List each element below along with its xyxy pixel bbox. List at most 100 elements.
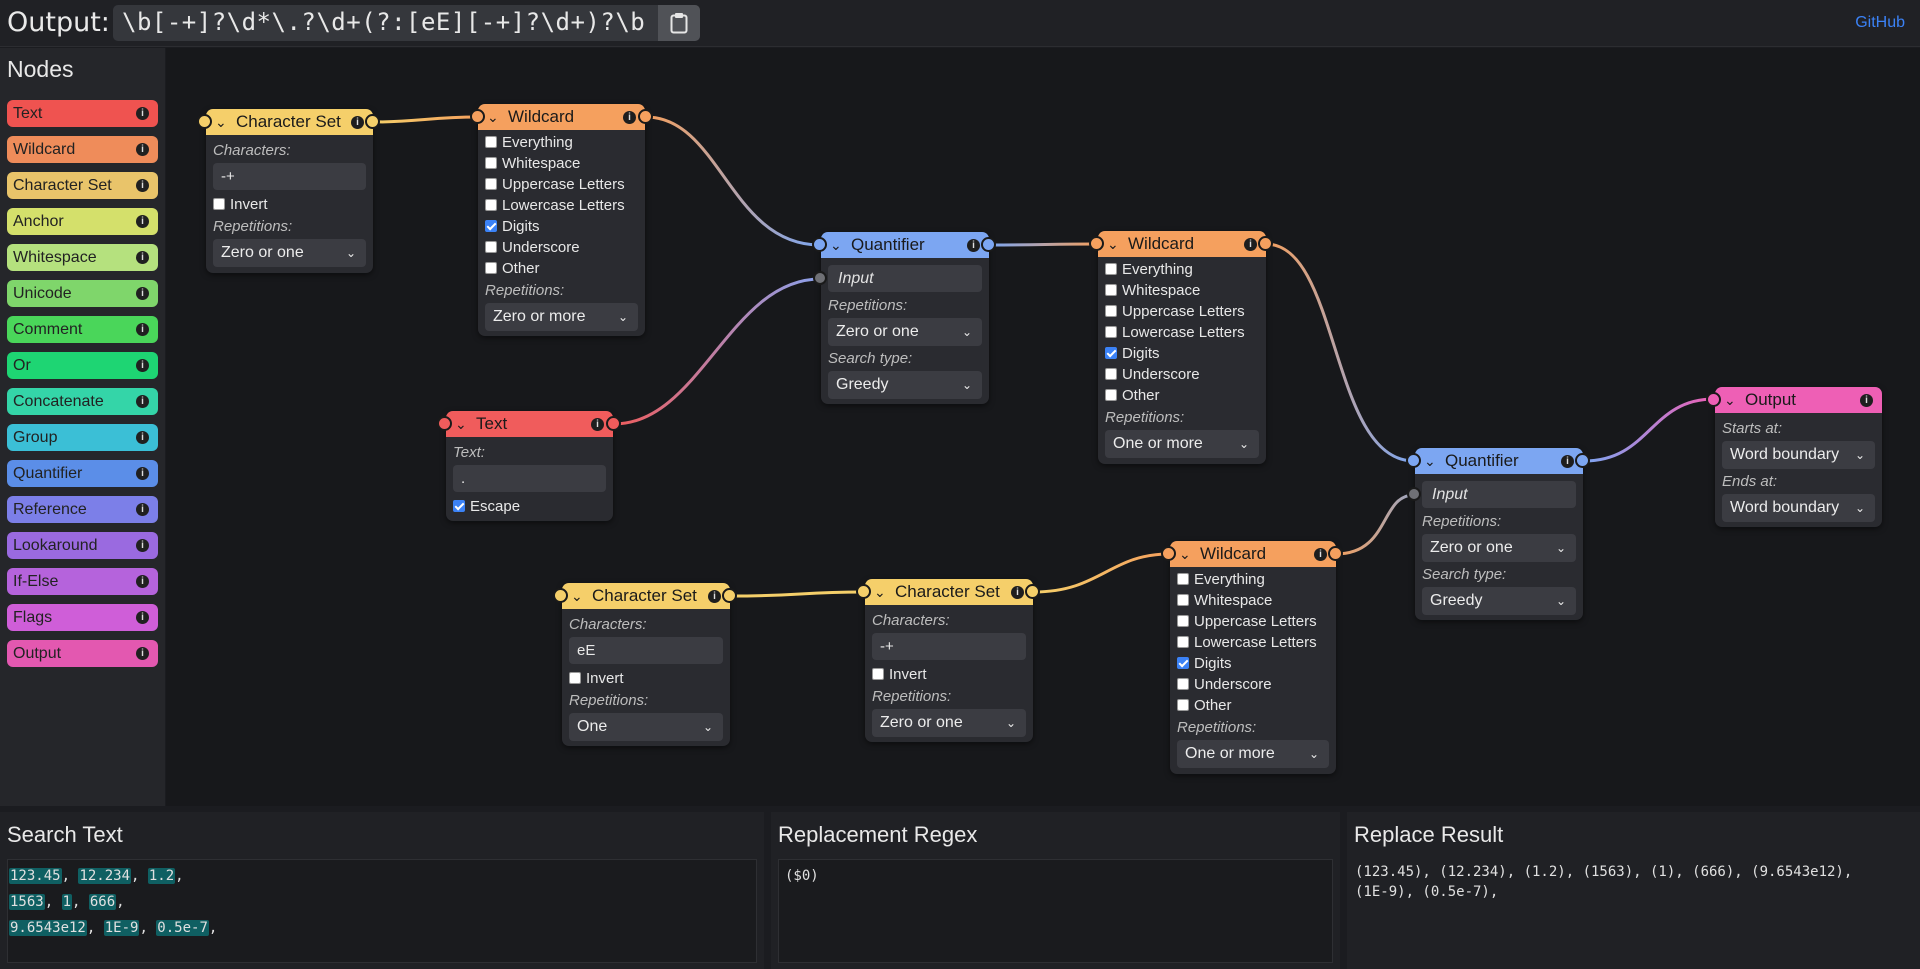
input-port[interactable] [197, 114, 212, 129]
input-port[interactable] [553, 588, 568, 603]
invert-checkbox[interactable]: Invert [569, 668, 723, 689]
whitespace-checkbox[interactable]: Whitespace [485, 153, 638, 174]
characters-input[interactable]: -+ [872, 633, 1026, 660]
repetitions-select[interactable]: Zero or one ⌄ [872, 709, 1026, 737]
input-port[interactable] [1706, 392, 1721, 407]
characters-label: Characters: [213, 142, 291, 159]
digits-checkbox[interactable]: Digits [1177, 653, 1329, 674]
match-highlight: 666 [88, 894, 117, 910]
input-port[interactable] [812, 237, 827, 252]
other-checkbox[interactable]: Other [485, 258, 638, 279]
replacement-regex-input[interactable]: ($0) [778, 859, 1333, 963]
input-slot-port[interactable] [1407, 487, 1421, 501]
lowercase-checkbox[interactable]: Lowercase Letters [1105, 322, 1259, 343]
repetitions-select[interactable]: Zero or more ⌄ [485, 303, 638, 331]
output-port[interactable] [1328, 546, 1343, 561]
output-port[interactable] [365, 114, 380, 129]
input-port[interactable] [856, 584, 871, 599]
repetitions-select[interactable]: One ⌄ [569, 713, 723, 741]
node-title: Wildcard [1200, 544, 1267, 563]
output-port[interactable] [1258, 236, 1273, 251]
uppercase-checkbox[interactable]: Uppercase Letters [485, 174, 638, 195]
underscore-checkbox[interactable]: Underscore [1177, 674, 1329, 695]
chevron-down-icon[interactable]: ⌄ [215, 109, 227, 135]
quantifier-node[interactable]: ⌄ Quantifier i Input Repetitions: Zero o… [821, 232, 989, 404]
chevron-down-icon: ⌄ [1005, 716, 1016, 730]
other-checkbox[interactable]: Other [1177, 695, 1329, 716]
escape-checkbox[interactable]: Escape [453, 496, 606, 517]
input-port[interactable] [1089, 236, 1104, 251]
uppercase-checkbox[interactable]: Uppercase Letters [1177, 611, 1329, 632]
invert-checkbox[interactable]: Invert [872, 664, 1026, 685]
search-type-select[interactable]: Greedy ⌄ [1422, 587, 1576, 615]
info-icon[interactable]: i [1860, 394, 1873, 407]
output-port[interactable] [722, 588, 737, 603]
text-node[interactable]: ⌄ Text i Text: . Escape [446, 411, 613, 521]
text-input[interactable]: . [453, 465, 606, 492]
info-icon[interactable]: i [967, 239, 980, 252]
info-icon[interactable]: i [623, 111, 636, 124]
output-node[interactable]: ⌄ Output i Starts at: Word boundary ⌄ End… [1715, 387, 1882, 527]
chevron-down-icon[interactable]: ⌄ [1424, 448, 1436, 474]
input-slot[interactable]: Input [828, 265, 982, 292]
invert-checkbox[interactable]: Invert [213, 194, 366, 215]
wildcard-node[interactable]: ⌄ Wildcard i Everything Whitespace Upper… [1170, 541, 1336, 774]
chevron-down-icon[interactable]: ⌄ [874, 579, 886, 605]
lowercase-checkbox[interactable]: Lowercase Letters [485, 195, 638, 216]
character-set-node[interactable]: ⌄ Character Set i Characters: -+ Invert … [865, 579, 1033, 742]
input-port[interactable] [1161, 546, 1176, 561]
chevron-down-icon[interactable]: ⌄ [1107, 231, 1119, 257]
output-port[interactable] [638, 109, 653, 124]
other-checkbox[interactable]: Other [1105, 385, 1259, 406]
underscore-checkbox[interactable]: Underscore [485, 237, 638, 258]
repetitions-select[interactable]: Zero or one ⌄ [828, 318, 982, 346]
character-set-node[interactable]: ⌄ Character Set i Characters: eE Invert … [562, 583, 730, 746]
everything-checkbox[interactable]: Everything [1177, 569, 1329, 590]
info-icon[interactable]: i [1244, 238, 1257, 251]
underscore-checkbox[interactable]: Underscore [1105, 364, 1259, 385]
quantifier-node[interactable]: ⌄ Quantifier i Input Repetitions: Zero o… [1415, 448, 1583, 620]
chevron-down-icon[interactable]: ⌄ [571, 583, 583, 609]
characters-input[interactable]: eE [569, 637, 723, 664]
digits-checkbox[interactable]: Digits [485, 216, 638, 237]
input-port[interactable] [437, 416, 452, 431]
input-port[interactable] [470, 109, 485, 124]
chevron-down-icon[interactable]: ⌄ [1724, 387, 1736, 413]
output-port[interactable] [606, 416, 621, 431]
digits-checkbox[interactable]: Digits [1105, 343, 1259, 364]
info-icon[interactable]: i [708, 590, 721, 603]
wildcard-node[interactable]: ⌄ Wildcard i Everything Whitespace Upper… [1098, 231, 1266, 464]
search-text-input[interactable]: 123.45, 12.234, 1.2, 1563, 1, 666, 9.6543e… [7, 859, 757, 963]
output-port[interactable] [1575, 453, 1590, 468]
chevron-down-icon[interactable]: ⌄ [1179, 541, 1191, 567]
chevron-down-icon[interactable]: ⌄ [455, 411, 467, 437]
output-port[interactable] [1025, 584, 1040, 599]
chevron-down-icon[interactable]: ⌄ [487, 104, 499, 130]
info-icon[interactable]: i [1314, 548, 1327, 561]
wildcard-node[interactable]: ⌄ Wildcard i Everything Whitespace Upper… [478, 104, 645, 336]
repetitions-select[interactable]: One or more ⌄ [1177, 740, 1329, 768]
repetitions-select[interactable]: One or more ⌄ [1105, 430, 1259, 458]
info-icon[interactable]: i [351, 116, 364, 129]
input-port[interactable] [1406, 453, 1421, 468]
whitespace-checkbox[interactable]: Whitespace [1105, 280, 1259, 301]
output-port[interactable] [981, 237, 996, 252]
ends-at-select[interactable]: Word boundary ⌄ [1722, 494, 1875, 522]
starts-at-select[interactable]: Word boundary ⌄ [1722, 441, 1875, 469]
input-slot[interactable]: Input [1422, 481, 1576, 508]
character-set-node[interactable]: ⌄ Character Set i Characters: -+ Invert … [206, 109, 373, 273]
search-type-select[interactable]: Greedy ⌄ [828, 371, 982, 399]
info-icon[interactable]: i [1011, 586, 1024, 599]
lowercase-checkbox[interactable]: Lowercase Letters [1177, 632, 1329, 653]
everything-checkbox[interactable]: Everything [485, 132, 638, 153]
characters-input[interactable]: -+ [213, 163, 366, 190]
everything-checkbox[interactable]: Everything [1105, 259, 1259, 280]
repetitions-select[interactable]: Zero or one ⌄ [1422, 534, 1576, 562]
whitespace-checkbox[interactable]: Whitespace [1177, 590, 1329, 611]
uppercase-checkbox[interactable]: Uppercase Letters [1105, 301, 1259, 322]
info-icon[interactable]: i [1561, 455, 1574, 468]
chevron-down-icon[interactable]: ⌄ [830, 232, 842, 258]
repetitions-select[interactable]: Zero or one ⌄ [213, 239, 366, 267]
input-slot-port[interactable] [813, 271, 827, 285]
info-icon[interactable]: i [591, 418, 604, 431]
